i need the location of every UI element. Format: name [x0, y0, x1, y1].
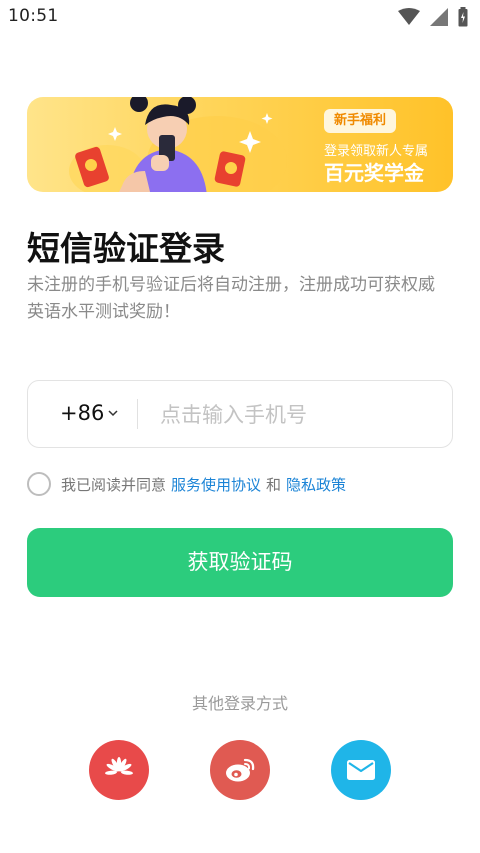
huawei-login-button[interactable] [89, 740, 149, 800]
page-title: 短信验证登录 [27, 229, 225, 268]
promo-illustration [69, 97, 287, 192]
agreement-row: 我已阅读并同意 服务使用协议 和 隐私政策 [27, 472, 351, 496]
email-icon [347, 760, 375, 780]
agreement-prefix: 我已阅读并同意 [61, 475, 167, 494]
country-code-selector[interactable]: +86 [60, 401, 118, 425]
email-login-button[interactable] [331, 740, 391, 800]
banner-tag: 新手福利 [324, 109, 397, 133]
banner-headline: 百元奖学金 [324, 161, 424, 185]
agree-checkbox[interactable] [27, 472, 51, 496]
promo-banner[interactable]: 新手福利 登录领取新人专属 百元奖学金 [27, 97, 453, 192]
status-icons [398, 7, 468, 27]
wifi-icon [398, 8, 420, 25]
other-login-title: 其他登录方式 [191, 694, 288, 713]
signal-icon [430, 8, 448, 26]
service-agreement-link[interactable]: 服务使用协议 [171, 474, 261, 495]
input-divider [137, 399, 138, 429]
get-code-button[interactable]: 获取验证码 [27, 528, 453, 597]
chevron-down-icon [108, 410, 118, 417]
country-code: +86 [60, 401, 105, 425]
status-time: 10:51 [8, 6, 59, 26]
phone-input[interactable] [158, 395, 442, 435]
weibo-icon [226, 758, 255, 782]
agreement-and: 和 [266, 475, 282, 494]
weibo-login-button[interactable] [210, 740, 270, 800]
page-description: 未注册的手机号验证后将自动注册，注册成功可获权威英语水平测试奖励！ [27, 275, 435, 322]
huawei-icon [105, 757, 133, 775]
status-bar: 10:51 [0, 0, 480, 34]
privacy-policy-link[interactable]: 隐私政策 [286, 474, 346, 495]
phone-field: +86 [27, 380, 453, 448]
battery-icon [458, 7, 468, 27]
